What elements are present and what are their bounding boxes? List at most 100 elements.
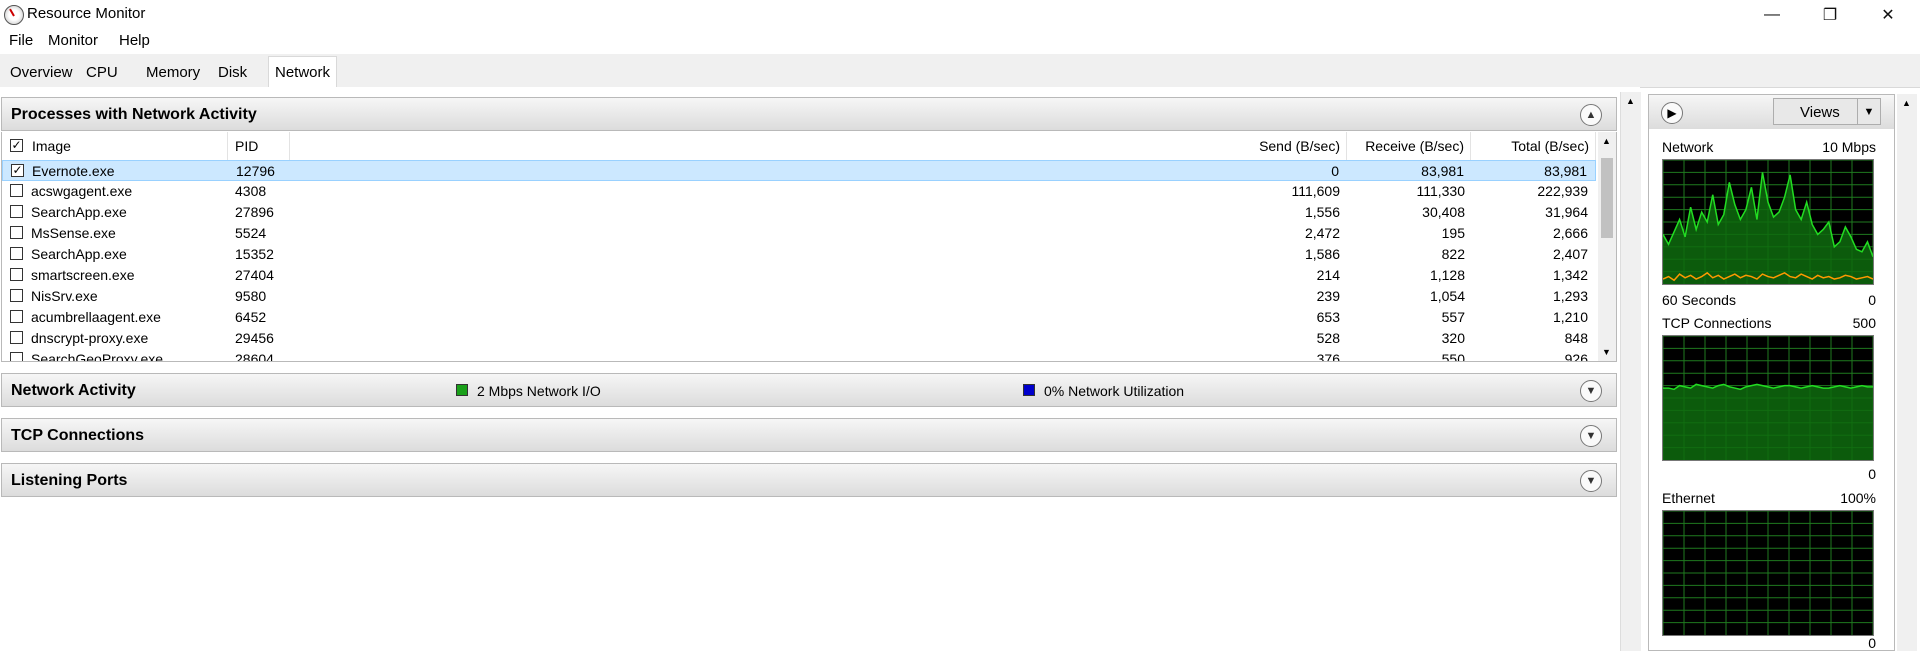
row-checkbox[interactable]	[10, 289, 23, 302]
menu-monitor[interactable]: Monitor	[48, 32, 98, 49]
cell-send: 1,586	[1304, 246, 1340, 262]
cell-total: 2,407	[1552, 246, 1588, 262]
cell-total: 83,981	[1544, 163, 1587, 179]
menu-help[interactable]: Help	[119, 32, 150, 49]
table-row[interactable]: acswgagent.exe 4308 111,609 111,330 222,939	[2, 181, 1596, 202]
chevron-right-icon[interactable]: ▶	[1661, 102, 1683, 124]
network-graph-max: 10 Mbps	[1822, 139, 1876, 155]
tcp-graph-max: 500	[1852, 315, 1876, 331]
column-pid[interactable]: PID	[228, 132, 290, 160]
scroll-up-icon[interactable]: ▲	[1902, 98, 1911, 108]
table-row[interactable]: SearchGeoProxy.exe 28604 376 550 926	[2, 349, 1596, 362]
cell-pid: 12796	[236, 163, 275, 179]
ethernet-graph-canvas	[1662, 510, 1874, 635]
process-table: ✓ Image PID Send (B/sec) Receive (B/sec)…	[1, 132, 1617, 362]
cell-image: smartscreen.exe	[31, 267, 135, 283]
row-checkbox[interactable]	[10, 247, 23, 260]
cell-image: NisSrv.exe	[31, 288, 98, 304]
tab-overview[interactable]: Overview	[4, 59, 79, 86]
network-io-legend: 2 Mbps Network I/O	[477, 383, 601, 399]
select-all-checkbox[interactable]: ✓	[10, 139, 23, 152]
tab-cpu[interactable]: CPU	[80, 59, 124, 86]
views-dropdown-icon[interactable]: ▼	[1857, 99, 1880, 124]
column-receive[interactable]: Receive (B/sec)	[1347, 132, 1471, 160]
views-label: Views	[1800, 104, 1840, 121]
cell-send: 376	[1316, 351, 1340, 362]
scroll-down-icon[interactable]: ▼	[1602, 347, 1611, 357]
network-graph-min: 0	[1868, 292, 1876, 308]
row-checkbox[interactable]	[10, 226, 23, 239]
scroll-up-icon[interactable]: ▲	[1626, 96, 1635, 106]
tcp-connections-area	[1663, 384, 1873, 460]
cell-pid: 15352	[235, 246, 274, 262]
row-checkbox[interactable]	[10, 184, 23, 197]
cell-receive: 557	[1441, 309, 1465, 325]
cell-image: SearchApp.exe	[31, 246, 127, 262]
views-button[interactable]: Views ▼	[1773, 98, 1881, 125]
network-graph	[1662, 159, 1874, 285]
tcp-connections-graph	[1662, 335, 1874, 461]
tab-memory[interactable]: Memory	[140, 59, 206, 86]
row-checkbox[interactable]	[10, 352, 23, 361]
section-title: Listening Ports	[11, 472, 128, 489]
main-scrollbar[interactable]: ▲	[1620, 92, 1641, 651]
network-utilization-swatch	[1023, 384, 1035, 396]
tab-strip: Overview CPU Memory Disk Network	[0, 54, 1920, 88]
table-row[interactable]: MsSense.exe 5524 2,472 195 2,666	[2, 223, 1596, 244]
tcp-connections-section-header[interactable]: TCP Connections ▼	[1, 418, 1617, 452]
cell-send: 214	[1316, 267, 1340, 283]
network-activity-section-header[interactable]: Network Activity 2 Mbps Network I/O 0% N…	[1, 373, 1617, 407]
cell-pid: 27896	[235, 204, 274, 220]
cell-image: acumbrellaagent.exe	[31, 309, 161, 325]
menu-file[interactable]: File	[9, 32, 33, 49]
collapse-chevron-up-icon[interactable]: ▲	[1580, 104, 1602, 126]
graph-panel-scrollbar[interactable]: ▲	[1897, 94, 1917, 651]
cell-receive: 550	[1441, 351, 1465, 362]
tab-network[interactable]: Network	[268, 56, 338, 88]
network-graph-canvas	[1662, 159, 1874, 284]
table-row[interactable]: dnscrypt-proxy.exe 29456 528 320 848	[2, 328, 1596, 349]
cell-pid: 9580	[235, 288, 267, 304]
expand-chevron-down-icon[interactable]: ▼	[1580, 470, 1602, 492]
row-checkbox[interactable]: ✓	[11, 164, 24, 177]
table-row[interactable]: SearchApp.exe 15352 1,586 822 2,407	[2, 244, 1596, 265]
cell-total: 1,293	[1552, 288, 1588, 304]
row-checkbox[interactable]	[10, 331, 23, 344]
scroll-up-icon[interactable]: ▲	[1602, 136, 1611, 146]
cell-receive: 83,981	[1421, 163, 1464, 179]
listening-ports-section-header[interactable]: Listening Ports ▼	[1, 463, 1617, 497]
tcp-graph-min: 0	[1868, 466, 1876, 482]
table-row[interactable]: ✓ Evernote.exe 12796 0 83,981 83,981	[2, 160, 1596, 181]
menu-bar: File Monitor Help	[0, 29, 1920, 54]
table-scrollbar[interactable]: ▲ ▼	[1598, 132, 1616, 361]
expand-chevron-down-icon[interactable]: ▼	[1580, 425, 1602, 447]
ethernet-graph-max: 100%	[1840, 490, 1876, 506]
cell-pid: 28604	[235, 351, 274, 362]
title-bar: Resource Monitor — ❐ ✕	[0, 0, 1920, 29]
column-send[interactable]: Send (B/sec)	[290, 132, 1347, 160]
table-row[interactable]: SearchApp.exe 27896 1,556 30,408 31,964	[2, 202, 1596, 223]
cell-pid: 29456	[235, 330, 274, 346]
network-graph-timespan: 60 Seconds	[1662, 292, 1736, 308]
cell-total: 848	[1564, 330, 1588, 346]
scroll-thumb[interactable]	[1601, 158, 1613, 238]
maximize-button[interactable]: ❐	[1801, 0, 1859, 29]
table-row[interactable]: smartscreen.exe 27404 214 1,128 1,342	[2, 265, 1596, 286]
cell-send: 0	[1331, 163, 1339, 179]
row-checkbox[interactable]	[10, 268, 23, 281]
table-row[interactable]: NisSrv.exe 9580 239 1,054 1,293	[2, 286, 1596, 307]
section-title: Processes with Network Activity	[11, 106, 257, 123]
row-checkbox[interactable]	[10, 310, 23, 323]
tab-disk[interactable]: Disk	[212, 59, 253, 86]
expand-chevron-down-icon[interactable]: ▼	[1580, 380, 1602, 402]
minimize-button[interactable]: —	[1743, 0, 1801, 29]
column-image[interactable]: ✓ Image	[2, 132, 228, 160]
close-button[interactable]: ✕	[1859, 0, 1917, 29]
cell-image: Evernote.exe	[32, 163, 115, 179]
row-checkbox[interactable]	[10, 205, 23, 218]
table-row[interactable]: acumbrellaagent.exe 6452 653 557 1,210	[2, 307, 1596, 328]
cell-image: SearchGeoProxy.exe	[31, 351, 164, 362]
column-total[interactable]: Total (B/sec)	[1471, 132, 1596, 160]
processes-section-header[interactable]: Processes with Network Activity ▲	[1, 97, 1617, 131]
cell-total: 1,210	[1552, 309, 1588, 325]
